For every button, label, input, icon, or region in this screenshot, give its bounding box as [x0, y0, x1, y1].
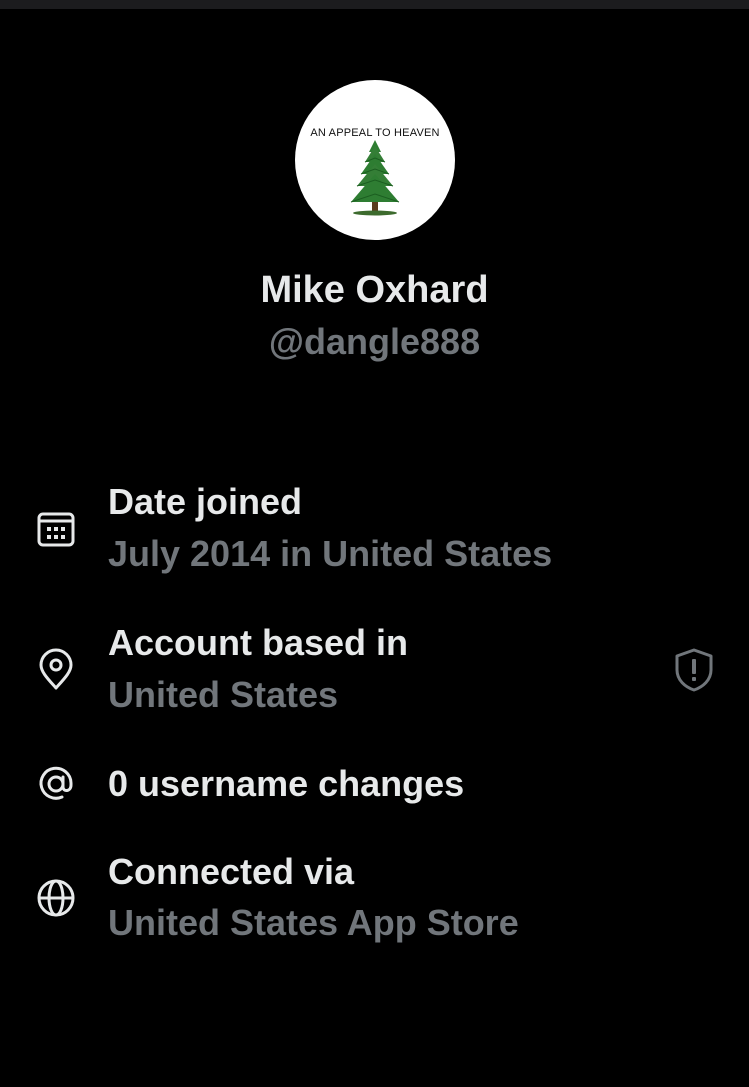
username-changes-label: 0 username changes: [108, 763, 465, 804]
calendar-icon: [37, 512, 75, 547]
location-pin-icon: [39, 648, 73, 690]
avatar[interactable]: AN APPEAL TO HEAVEN: [295, 80, 455, 240]
username-handle: @dangle888: [268, 321, 481, 362]
connected-via-value: United States App Store: [108, 902, 519, 943]
top-bar: [0, 0, 749, 9]
account-based-value: United States: [108, 674, 339, 715]
at-sign-icon: [39, 766, 73, 800]
display-name: Mike Oxhard: [260, 269, 489, 311]
shield-alert-icon[interactable]: [672, 646, 716, 694]
date-joined-label: Date joined: [108, 481, 303, 522]
globe-icon: [37, 879, 75, 917]
pine-tree-icon: [350, 140, 400, 216]
connected-via-label: Connected via: [108, 851, 355, 892]
account-based-label: Account based in: [108, 622, 409, 663]
date-joined-value: July 2014 in United States: [108, 533, 553, 574]
